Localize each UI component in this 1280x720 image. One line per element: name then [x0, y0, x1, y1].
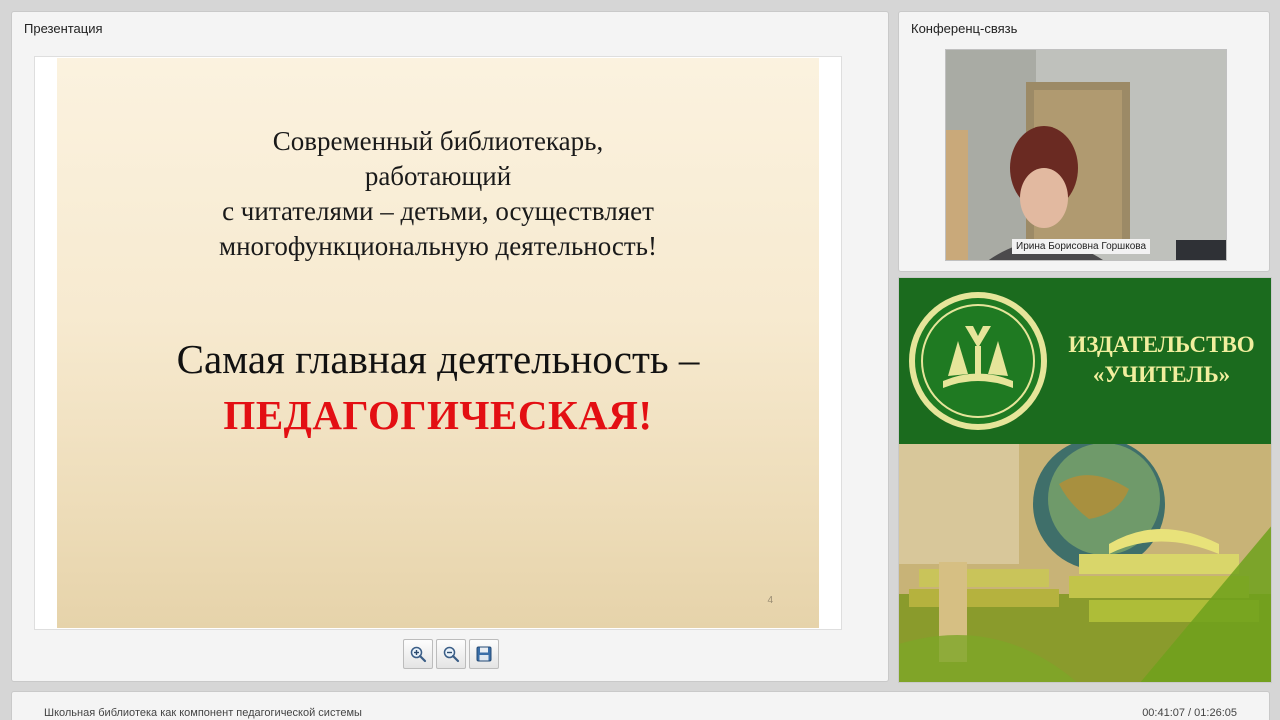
- zoom-out-button[interactable]: [436, 639, 466, 669]
- slide-text-line-4: многофункциональную деятельность!: [219, 231, 657, 261]
- slide-headline: Самая главная деятельность –: [176, 336, 700, 382]
- participant-video[interactable]: Ирина Борисовна Горшкова: [945, 49, 1227, 261]
- zoom-in-icon: [410, 646, 427, 663]
- banner-books-image: [899, 444, 1271, 682]
- save-button[interactable]: [469, 639, 499, 669]
- slide-text-line-1: Современный библиотекарь,: [272, 126, 604, 156]
- slide-text-line-2: работающий: [364, 161, 512, 191]
- zoom-out-icon: [443, 646, 460, 663]
- slide-viewer[interactable]: Современный библиотекарь, работающий с ч…: [34, 56, 842, 630]
- floppy-disk-icon: [476, 646, 492, 662]
- zoom-in-button[interactable]: [403, 639, 433, 669]
- presentation-panel-title: Презентация: [24, 21, 103, 36]
- publisher-banner[interactable]: ИЗДАТЕЛЬСТВО «УЧИТЕЛЬ»: [898, 277, 1272, 683]
- playback-time: 00:41:07 / 01:26:05: [1142, 707, 1237, 719]
- conference-panel-title: Конференц-связь: [911, 21, 1018, 36]
- slide-page-number: 4: [767, 595, 773, 606]
- slide-highlight: ПЕДАГОГИЧЕСКАЯ!: [223, 392, 653, 438]
- books-globe-illustration: [899, 444, 1271, 682]
- participant-name-label: Ирина Борисовна Горшкова: [1012, 239, 1151, 254]
- webinar-title: Школьная библиотека как компонент педаго…: [44, 707, 362, 719]
- slide: Современный библиотекарь, работающий с ч…: [57, 58, 819, 628]
- conference-panel: Конференц-связь Ирина Борисовна Горшкова: [898, 11, 1270, 272]
- footer-bar: Школьная библиотека как компонент педаго…: [11, 691, 1270, 720]
- banner-header: ИЗДАТЕЛЬСТВО «УЧИТЕЛЬ»: [899, 278, 1271, 444]
- presentation-panel: Презентация Современный библиотекарь, ра…: [11, 11, 889, 682]
- publisher-name-line-2: «УЧИТЕЛЬ»: [1092, 362, 1231, 387]
- publisher-logo-icon: [909, 292, 1047, 430]
- publisher-name-line-1: ИЗДАТЕЛЬСТВО: [1068, 332, 1255, 357]
- video-frame-image: [946, 50, 1226, 260]
- slide-toolbar: [403, 639, 499, 669]
- slide-text-line-3: с читателями – детьми, осуществляет: [222, 196, 654, 226]
